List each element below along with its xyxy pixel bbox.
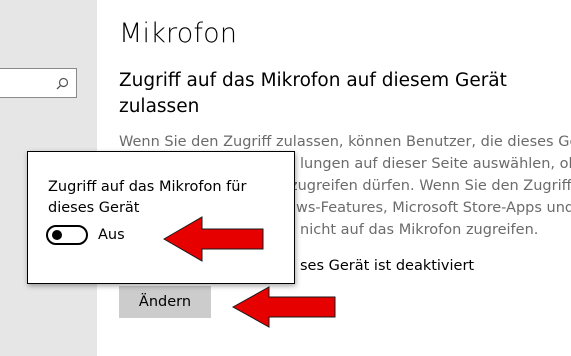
status-text: ses Gerät ist deaktiviert (300, 258, 475, 274)
search-icon (56, 77, 69, 90)
change-button[interactable]: Ändern (119, 286, 211, 318)
toggle-knob (52, 230, 62, 240)
search-input[interactable] (0, 68, 77, 98)
red-arrow-icon (231, 286, 336, 328)
section-heading: Zugriff auf das Mikrofon auf diesem Gerä… (119, 70, 507, 117)
toggle-state-label: Aus (98, 227, 125, 243)
page-title: Mikrofon (119, 18, 238, 49)
microphone-access-toggle[interactable] (46, 225, 88, 245)
red-arrow-icon (163, 216, 264, 262)
description-line: Wenn Sie den Zugriff zulassen, können Be… (119, 134, 571, 150)
popup-label: Zugriff auf das Mikrofon für dieses Gerä… (48, 179, 247, 216)
